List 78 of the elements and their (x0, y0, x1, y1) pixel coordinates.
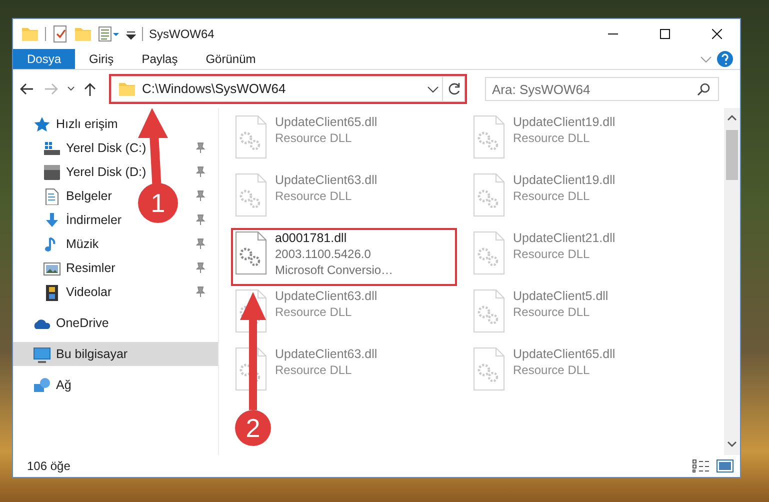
address-path: C:\Windows\SysWOW64 (142, 80, 286, 98)
ribbon-tab[interactable]: Paylaş (128, 49, 192, 69)
file-detail: Resource DLL (513, 246, 591, 262)
properties-icon[interactable] (98, 25, 120, 43)
file-name[interactable]: UpdateClient5.dll (513, 289, 608, 304)
maximize-icon (660, 29, 670, 39)
window-title: SysWOW64 (149, 26, 214, 43)
file-detail: Resource DLL (513, 188, 591, 204)
nav-link[interactable]: İndirmeler (66, 210, 122, 230)
step-number-badge: 2 (235, 410, 271, 446)
document-icon (43, 188, 61, 204)
pin-icon[interactable] (194, 262, 206, 274)
file-name[interactable]: UpdateClient65.dll (275, 115, 378, 130)
ribbon-tab[interactable]: Giriş (75, 49, 128, 69)
refresh-icon (446, 82, 460, 96)
drive-icon (43, 140, 61, 156)
close-icon (712, 29, 722, 39)
checklist-icon[interactable] (52, 25, 68, 43)
nav-label: OneDrive (56, 314, 109, 332)
pin-icon[interactable] (194, 238, 206, 250)
drive-icon (43, 164, 61, 180)
nav-item[interactable]: OneDrive (13, 311, 218, 335)
nav-item[interactable]: Bu bilgisayar (13, 342, 218, 366)
up-arrow-icon[interactable] (83, 81, 97, 97)
file-detail: Resource DLL (513, 362, 591, 378)
download-icon (43, 212, 61, 228)
file-name[interactable]: a0001781.dll (275, 231, 394, 246)
pin-icon[interactable] (194, 214, 206, 226)
nav-link[interactable]: Yerel Disk (D:) (66, 162, 146, 182)
file-detail: Resource DLL (275, 130, 353, 146)
file-detail: Resource DLL (513, 130, 591, 146)
file-name[interactable]: UpdateClient19.dll (513, 115, 616, 130)
file-name[interactable]: UpdateClient19.dll (513, 173, 616, 188)
nav-item[interactable]: Hızlı erişim (13, 112, 218, 136)
nav-label: Bu bilgisayar (56, 346, 128, 363)
nav-link[interactable]: Videolar (66, 282, 112, 302)
pin-icon[interactable] (194, 166, 206, 178)
file-detail: Resource DLL (513, 304, 591, 320)
ribbon-tab[interactable]: Dosya (13, 49, 76, 69)
file-name[interactable]: UpdateClient63.dll (275, 173, 378, 188)
monitor-icon (33, 346, 51, 362)
details-view-icon[interactable] (692, 459, 710, 473)
file-detail: 2003.1100.5426.0 (275, 246, 372, 262)
network-icon (33, 376, 51, 394)
star-icon (33, 116, 51, 132)
nav-link[interactable]: Müzik (66, 234, 99, 254)
search-field[interactable]: Ara: SysWOW64 (485, 77, 719, 101)
file-detail: Microsoft Conversio… (275, 262, 394, 278)
picture-icon (43, 260, 61, 276)
address-bar[interactable]: C:\Windows\SysWOW64 (111, 76, 465, 102)
folder-icon (118, 80, 136, 98)
file-detail: Resource DLL (275, 304, 353, 320)
ribbon-tab[interactable]: Görünüm (192, 49, 270, 69)
nav-link[interactable]: Belgeler (66, 186, 112, 206)
step-number-badge: 1 (138, 183, 178, 223)
nav-item[interactable]: Ağ (13, 373, 218, 397)
forward-arrow-icon[interactable] (43, 81, 59, 97)
nav-label: Hızlı erişim (56, 116, 118, 133)
file-detail: Resource DLL (275, 188, 353, 204)
file-name[interactable]: UpdateClient63.dll (275, 289, 378, 304)
file-name[interactable]: UpdateClient65.dll (513, 347, 616, 362)
nav-link[interactable]: Resimler (66, 258, 116, 278)
search-icon[interactable] (697, 82, 711, 96)
pin-icon[interactable] (194, 142, 206, 154)
large-icons-view-icon[interactable] (716, 459, 734, 473)
back-arrow-icon[interactable] (19, 81, 35, 97)
file-detail: Resource DLL (275, 362, 353, 378)
pin-icon[interactable] (194, 286, 206, 298)
scrollbar[interactable] (724, 108, 740, 455)
film-icon (43, 284, 61, 300)
nav-link[interactable]: Yerel Disk (C:) (66, 138, 146, 158)
file-name[interactable]: UpdateClient21.dll (513, 231, 616, 246)
dll-file-icon[interactable] (235, 231, 267, 275)
scrollbar-thumb[interactable] (726, 130, 738, 180)
pin-icon[interactable] (194, 190, 206, 202)
file-name[interactable]: UpdateClient63.dll (275, 347, 378, 362)
item-count: 106 öğe (27, 458, 70, 475)
nav-label: Ağ (56, 376, 72, 394)
